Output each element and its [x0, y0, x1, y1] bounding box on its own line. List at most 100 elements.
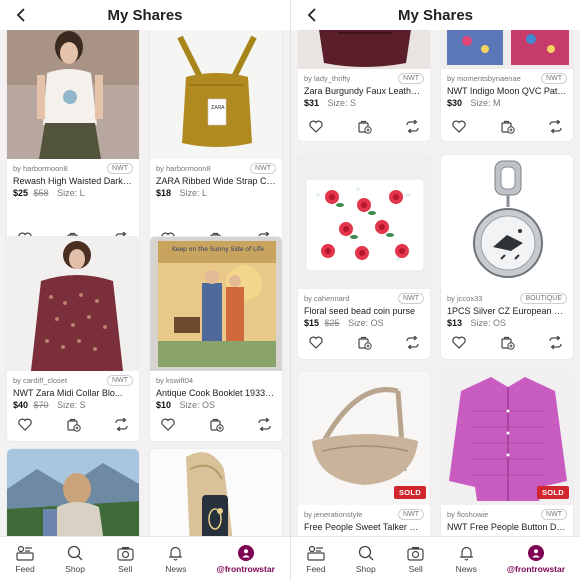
page-title: My Shares: [397, 6, 474, 24]
seller-name[interactable]: by harbormoon8: [13, 164, 68, 173]
product-card[interactable]: by harbormoon8 NWT Rewash High Waisted D…: [6, 30, 140, 260]
listing-title[interactable]: Zara Burgundy Faux Leather...: [298, 85, 430, 97]
product-photo[interactable]: ZARA: [150, 30, 282, 159]
bundle-button[interactable]: [356, 334, 372, 350]
like-button[interactable]: [308, 118, 324, 134]
seller-name[interactable]: by floshowie: [447, 510, 488, 519]
like-button[interactable]: [308, 334, 324, 350]
tab-sell[interactable]: Sell: [406, 543, 426, 574]
back-button[interactable]: [10, 4, 32, 26]
user-icon: [532, 549, 540, 558]
size-label: Size: L: [57, 188, 85, 198]
tab-feed-label: Feed: [15, 564, 35, 574]
seller-name[interactable]: by harbormoon8: [156, 164, 211, 173]
listing-title[interactable]: Rewash High Waisted Dark G...: [7, 175, 139, 187]
product-photo[interactable]: SOLD: [298, 371, 430, 505]
bundle-add-icon: [357, 120, 372, 134]
bundle-button[interactable]: [499, 118, 515, 134]
product-card[interactable]: SOLD by jenerationstyle NWT Free People …: [297, 370, 431, 536]
product-card[interactable]: [6, 448, 140, 536]
seller-name[interactable]: by jenerationstyle: [304, 510, 362, 519]
card-actions: [7, 413, 139, 435]
like-button[interactable]: [160, 416, 176, 432]
heart-icon: [452, 336, 466, 349]
listing-title[interactable]: NWT Free People Button Do...: [441, 521, 573, 533]
tab-shop[interactable]: Shop: [65, 543, 85, 574]
product-card[interactable]: by momentsbynaenae NWT NWT Indigo Moon Q…: [440, 30, 574, 142]
seller-name[interactable]: by kswift04: [156, 376, 193, 385]
bundle-button[interactable]: [499, 334, 515, 350]
tab-news[interactable]: News: [165, 543, 186, 574]
tab-feed[interactable]: Feed: [306, 543, 326, 574]
product-photo[interactable]: [150, 449, 282, 536]
seller-name[interactable]: by jccox33: [447, 294, 482, 303]
share-button[interactable]: [404, 334, 420, 350]
listing-title[interactable]: Floral seed bead coin purse: [298, 305, 430, 317]
listing-title[interactable]: ZARA Ribbed Wide Strap Cr...: [150, 175, 282, 187]
product-photo[interactable]: [7, 237, 139, 371]
listing-title[interactable]: Antique Cook Booklet 1933 K...: [150, 387, 282, 399]
seller-name[interactable]: by cardiff_closet: [13, 376, 67, 385]
condition-badge: NWT: [541, 72, 567, 84]
product-card[interactable]: by lady_thrifty NWT Zara Burgundy Faux L…: [297, 30, 431, 142]
bundle-button[interactable]: [208, 416, 224, 432]
tab-news[interactable]: News: [456, 543, 477, 574]
tab-feed[interactable]: Feed: [15, 543, 35, 574]
listing-title[interactable]: Free People Sweet Talker Slin...: [298, 521, 430, 533]
share-button[interactable]: [404, 118, 420, 134]
product-photo[interactable]: Keep on the Sunny Side of Life: [150, 237, 282, 371]
back-button[interactable]: [301, 4, 323, 26]
feed-icon: [16, 545, 34, 561]
product-photo[interactable]: SOLD: [441, 371, 573, 505]
size-label: Size: S: [327, 98, 357, 108]
price: $40: [13, 400, 29, 410]
share-button[interactable]: [256, 416, 272, 432]
price: $13: [447, 318, 463, 328]
share-icon: [405, 119, 419, 133]
size-label: Size: OS: [179, 400, 216, 410]
bundle-add-icon: [66, 418, 81, 432]
share-button[interactable]: [113, 416, 129, 432]
bundle-button[interactable]: [65, 416, 81, 432]
page-title: My Shares: [107, 6, 183, 24]
seller-name[interactable]: by cahennard: [304, 294, 349, 303]
tab-sell-label: Sell: [408, 564, 423, 574]
product-photo[interactable]: [7, 449, 139, 536]
product-card[interactable]: [149, 448, 283, 536]
tab-profile[interactable]: @frontrowstar: [507, 543, 565, 574]
bundle-button[interactable]: [356, 118, 372, 134]
condition-badge: NWT: [250, 162, 276, 174]
like-button[interactable]: [451, 118, 467, 134]
tab-profile[interactable]: @frontrowstar: [217, 543, 275, 574]
like-button[interactable]: [17, 416, 33, 432]
chevron-left-icon: [16, 8, 25, 22]
listing-title[interactable]: 1PCS Silver CZ European Ch...: [441, 305, 573, 317]
product-card[interactable]: by jccox33 BOUTIQUE 1PCS Silver CZ Europ…: [440, 154, 574, 360]
product-photo[interactable]: [298, 30, 430, 69]
heart-icon: [309, 120, 323, 133]
product-card[interactable]: by cardiff_closet NWT NWT Zara Midi Coll…: [6, 236, 140, 442]
like-button[interactable]: [451, 334, 467, 350]
listing-title[interactable]: NWT Indigo Moon QVC Patc...: [441, 85, 573, 97]
product-card[interactable]: Keep on the Sunny Side of Life by kswift…: [149, 236, 283, 442]
tab-shop[interactable]: Shop: [356, 543, 376, 574]
product-photo[interactable]: [298, 155, 430, 289]
tab-sell[interactable]: Sell: [115, 543, 135, 574]
product-photo[interactable]: [441, 30, 573, 69]
listing-title[interactable]: NWT Zara Midi Collar Blo...: [7, 387, 139, 399]
share-button[interactable]: [547, 118, 563, 134]
product-photo[interactable]: [7, 30, 139, 159]
share-button[interactable]: [547, 334, 563, 350]
product-card[interactable]: SOLD by floshowie NWT NWT Free People Bu…: [440, 370, 574, 536]
seller-name[interactable]: by momentsbynaenae: [447, 74, 521, 83]
product-card[interactable]: by cahennard NWT Floral seed bead coin p…: [297, 154, 431, 360]
product-card[interactable]: ZARA by harbormoon8 NWT ZARA Ribbed Wide…: [149, 30, 283, 260]
product-photo[interactable]: [441, 155, 573, 289]
bundle-add-icon: [500, 336, 515, 350]
share-icon: [548, 119, 562, 133]
heart-icon: [161, 418, 175, 431]
seller-name[interactable]: by lady_thrifty: [304, 74, 350, 83]
bell-icon: [169, 546, 183, 561]
condition-badge: NWT: [398, 508, 424, 520]
tab-profile-label: @frontrowstar: [506, 564, 566, 574]
